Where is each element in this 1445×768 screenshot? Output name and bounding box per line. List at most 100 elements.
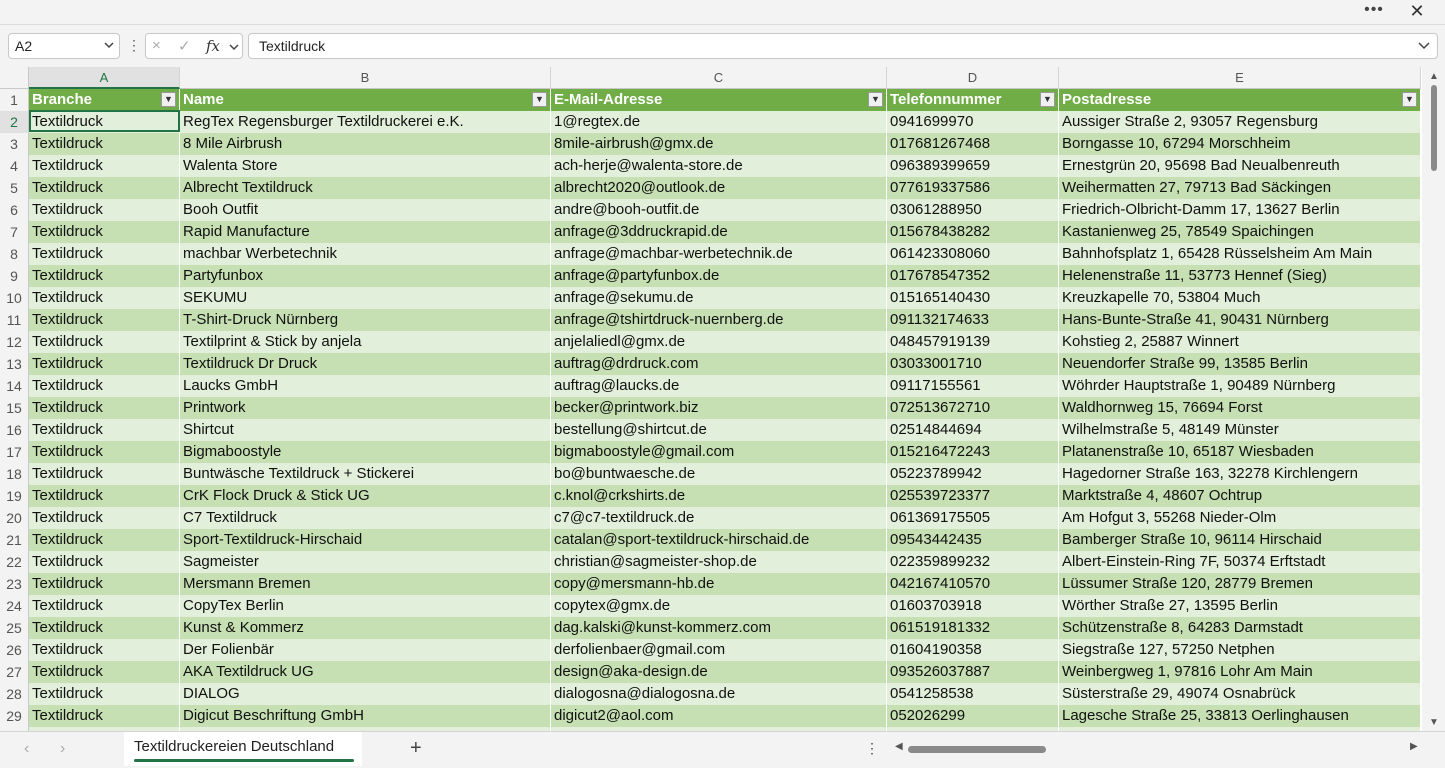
enter-icon[interactable]: ✓ [178, 37, 191, 55]
cell-postadresse[interactable]: Weinbergweg 1, 97816 Lohr Am Main [1059, 661, 1421, 683]
cell-telefon[interactable]: 077619337586 [887, 177, 1059, 199]
cell-email[interactable]: copy@mersmann-hb.de [551, 573, 887, 595]
cell-telefon[interactable]: 01604190358 [887, 639, 1059, 661]
cell-name[interactable]: machbar Werbetechnik [180, 243, 551, 265]
expand-formula-icon[interactable] [1417, 37, 1431, 56]
cell-name[interactable]: Sagmeister [180, 551, 551, 573]
cell-telefon[interactable]: 048457919139 [887, 331, 1059, 353]
cell-branche[interactable]: Textildruck [29, 573, 180, 595]
cell-telefon[interactable]: 091132174633 [887, 309, 1059, 331]
scroll-right-icon[interactable]: ▶ [1410, 741, 1418, 752]
row-header[interactable]: 13 [0, 353, 29, 375]
cell-postadresse[interactable]: Platanenstraße 10, 65187 Wiesbaden [1059, 441, 1421, 463]
scroll-down-icon[interactable]: ▼ [1429, 717, 1439, 728]
cell-name[interactable]: DIALOG [180, 683, 551, 705]
cell-postadresse[interactable]: Albert-Einstein-Ring 7F, 50374 Erftstadt [1059, 551, 1421, 573]
cell-branche[interactable]: Textildruck [29, 133, 180, 155]
select-all-corner[interactable] [0, 67, 29, 89]
cell-email[interactable]: anfrage@sekumu.de [551, 287, 887, 309]
row-header[interactable]: 7 [0, 221, 29, 243]
cell-email[interactable]: anfrage@tshirtdruck-nuernberg.de [551, 309, 887, 331]
prev-sheet-icon[interactable]: ‹ [24, 740, 29, 758]
cell-postadresse[interactable]: Lüssumer Straße 120, 28779 Bremen [1059, 573, 1421, 595]
column-header-c[interactable]: C [551, 67, 887, 89]
horizontal-scroll-thumb[interactable] [908, 746, 1046, 753]
row-header[interactable]: 12 [0, 331, 29, 353]
cell-email[interactable]: anfrage@3ddruckrapid.de [551, 221, 887, 243]
cell-name[interactable]: Textilprint & Stick by anjela [180, 331, 551, 353]
cell-branche[interactable]: Textildruck [29, 155, 180, 177]
cell-email[interactable]: 1@regtex.de [551, 111, 887, 133]
cell-branche[interactable]: Textildruck [29, 485, 180, 507]
cell-telefon[interactable]: 09117155561 [887, 375, 1059, 397]
next-sheet-icon[interactable]: › [60, 740, 65, 758]
cell-branche[interactable]: Textildruck [29, 243, 180, 265]
cell-branche[interactable]: Textildruck [29, 397, 180, 419]
vertical-dots-icon[interactable]: ⋮ [865, 740, 879, 757]
cell-name[interactable]: RegTex Regensburger Textildruckerei e.K. [180, 111, 551, 133]
header-cell-branche[interactable]: Branche ▼ [29, 89, 180, 111]
more-options-button[interactable]: ••• [1362, 0, 1386, 24]
cell-branche[interactable]: Textildruck [29, 419, 180, 441]
row-header[interactable]: 20 [0, 507, 29, 529]
scroll-left-icon[interactable]: ◀ [895, 741, 903, 752]
cell-postadresse[interactable]: Am Hofgut 3, 55268 Nieder-Olm [1059, 507, 1421, 529]
cell-telefon[interactable]: 096389399659 [887, 155, 1059, 177]
cell-name[interactable]: Booh Outfit [180, 199, 551, 221]
row-header[interactable]: 15 [0, 397, 29, 419]
cell-postadresse[interactable]: Schützenstraße 8, 64283 Darmstadt [1059, 617, 1421, 639]
header-cell-postadresse[interactable]: Postadresse ▼ [1059, 89, 1421, 111]
cell-telefon[interactable]: 017678547352 [887, 265, 1059, 287]
cell-email[interactable]: auftrag@drdruck.com [551, 353, 887, 375]
row-header[interactable]: 25 [0, 617, 29, 639]
cell-name[interactable]: CrK Flock Druck & Stick UG [180, 485, 551, 507]
row-header[interactable]: 27 [0, 661, 29, 683]
cell-email[interactable]: andre@booh-outfit.de [551, 199, 887, 221]
row-header[interactable]: 10 [0, 287, 29, 309]
cell-branche[interactable]: Textildruck [29, 177, 180, 199]
cell-branche[interactable]: Textildruck [29, 441, 180, 463]
vertical-scroll-thumb[interactable] [1431, 85, 1437, 171]
cell-branche[interactable]: Textildruck [29, 595, 180, 617]
cell-name[interactable]: Mersmann Bremen [180, 573, 551, 595]
cell-telefon[interactable]: 03033001710 [887, 353, 1059, 375]
insert-function-icon[interactable]: fx [206, 37, 220, 55]
row-header[interactable]: 26 [0, 639, 29, 661]
cell-postadresse[interactable]: Borngasse 10, 67294 Morschheim [1059, 133, 1421, 155]
cell-email[interactable]: becker@printwork.biz [551, 397, 887, 419]
column-header-d[interactable]: D [887, 67, 1059, 89]
cell-email[interactable]: dag.kalski@kunst-kommerz.com [551, 617, 887, 639]
cell-postadresse[interactable]: Wilhelmstraße 5, 48149 Münster [1059, 419, 1421, 441]
cell-postadresse[interactable]: Kohstieg 2, 25887 Winnert [1059, 331, 1421, 353]
cell-name[interactable]: Albrecht Textildruck [180, 177, 551, 199]
cell-postadresse[interactable]: Bahnhofsplatz 1, 65428 Rüsselsheim Am Ma… [1059, 243, 1421, 265]
cell-postadresse[interactable]: Kastanienweg 25, 78549 Spaichingen [1059, 221, 1421, 243]
cell-name[interactable]: Walenta Store [180, 155, 551, 177]
column-header-e[interactable]: E [1059, 67, 1421, 89]
cell-telefon[interactable]: 072513672710 [887, 397, 1059, 419]
cell-postadresse[interactable]: Friedrich-Olbricht-Damm 17, 13627 Berlin [1059, 199, 1421, 221]
row-header[interactable]: 4 [0, 155, 29, 177]
cell-email[interactable]: catalan@sport-textildruck-hirschaid.de [551, 529, 887, 551]
row-header[interactable]: 24 [0, 595, 29, 617]
header-cell-email[interactable]: E-Mail-Adresse ▼ [551, 89, 887, 111]
cell-telefon[interactable]: 093526037887 [887, 661, 1059, 683]
row-header[interactable]: 18 [0, 463, 29, 485]
row-header[interactable]: 9 [0, 265, 29, 287]
row-header[interactable]: 2 [0, 111, 29, 133]
cell-branche[interactable]: Textildruck [29, 309, 180, 331]
filter-dropdown-icon[interactable]: ▼ [532, 92, 547, 107]
cell-name[interactable]: C7 Textildruck [180, 507, 551, 529]
row-header[interactable]: 8 [0, 243, 29, 265]
cell-branche[interactable]: Textildruck [29, 551, 180, 573]
cell-telefon[interactable]: 02514844694 [887, 419, 1059, 441]
cell-email[interactable]: bestellung@shirtcut.de [551, 419, 887, 441]
row-header[interactable]: 5 [0, 177, 29, 199]
cell-branche[interactable]: Textildruck [29, 705, 180, 727]
cell-telefon[interactable]: 025539723377 [887, 485, 1059, 507]
cell-postadresse[interactable]: Kreuzkapelle 70, 53804 Much [1059, 287, 1421, 309]
cell-postadresse[interactable]: Waldhornweg 15, 76694 Forst [1059, 397, 1421, 419]
cell-name[interactable]: Laucks GmbH [180, 375, 551, 397]
vertical-dots-icon[interactable]: ⋮ [127, 35, 141, 55]
cell-telefon[interactable]: 03061288950 [887, 199, 1059, 221]
